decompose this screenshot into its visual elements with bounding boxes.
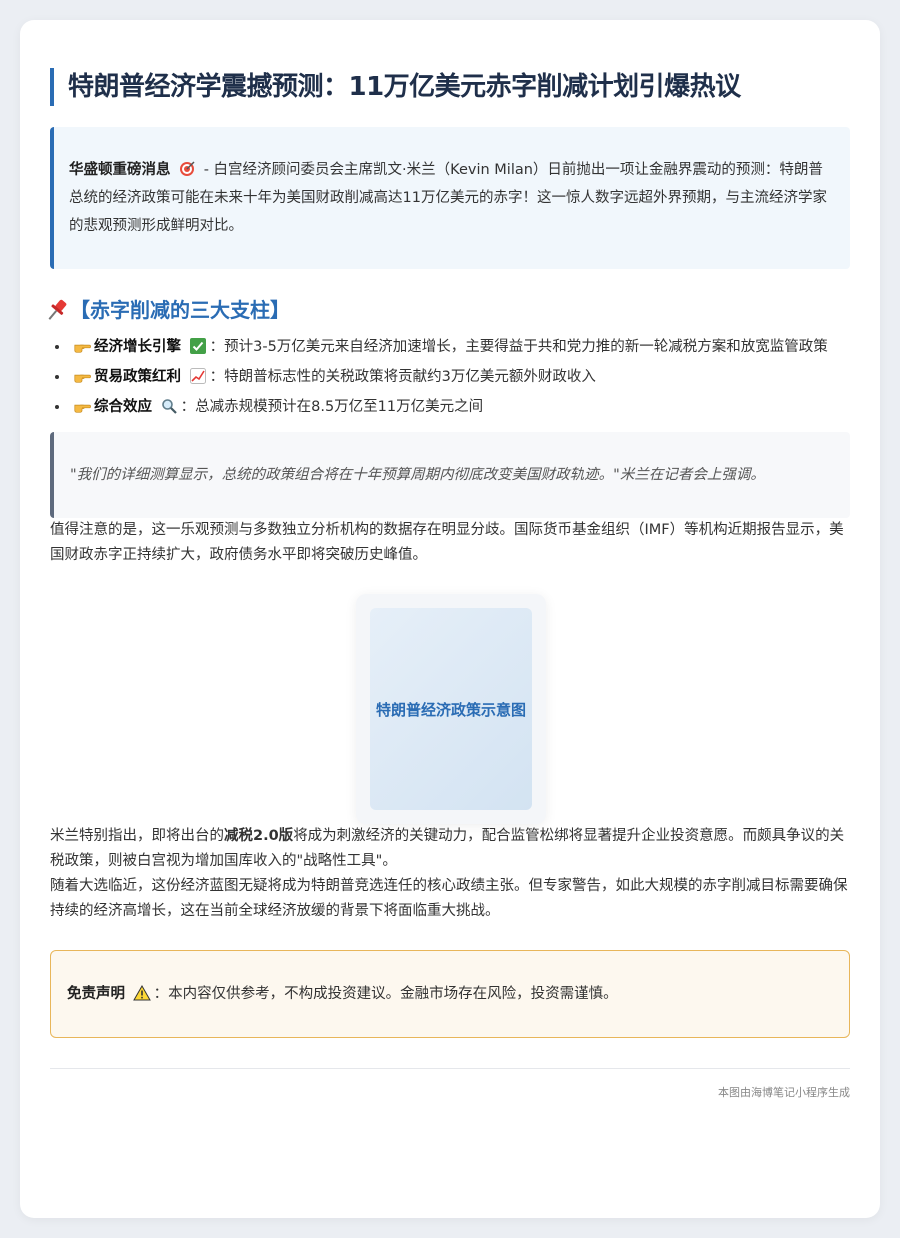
target-icon <box>180 161 195 176</box>
disclaimer-text: ：本内容仅供参考，不构成投资建议。金融市场存在风险，投资需谨慎。 <box>153 986 618 1002</box>
intro-callout: 华盛顿重磅消息 - 白宫经济顾问委员会主席凯文·米兰（Kevin Milan）日… <box>50 127 850 269</box>
pillar-text: ：总减赤规模预计在8.5万亿至11万亿美元之间 <box>180 399 484 415</box>
section-heading-text: 【赤字削减的三大支柱】 <box>70 298 290 322</box>
pushpin-icon <box>44 296 70 324</box>
figure-label: 特朗普经济政策示意图 <box>370 608 532 810</box>
article-card: 特朗普经济学震撼预测：11万亿美元赤字削减计划引爆热议 华盛顿重磅消息 - 白宫… <box>20 20 880 1218</box>
paragraph-3: 随着大选临近，这份经济蓝图无疑将成为特朗普竞选连任的核心政绩主张。但专家警告，如… <box>50 878 848 919</box>
pointing-hand-icon <box>74 404 91 413</box>
quote-block: "我们的详细测算显示，总统的政策组合将在十年预算周期内彻底改变美国财政轨迹。"米… <box>50 432 850 518</box>
check-mark-icon <box>189 338 206 354</box>
list-item: 贸易政策红利 ：特朗普标志性的关税政策将贡献约3万亿美元额外财政收入 <box>70 366 850 388</box>
list-item: 综合效应 ：总减赤规模预计在8.5万亿至11万亿美元之间 <box>70 396 850 418</box>
warning-icon <box>132 985 151 1001</box>
pillars-list: 经济增长引擎 ：预计3-5万亿美元来自经济加速增长，主要得益于共和党力推的新一轮… <box>50 336 850 418</box>
paragraph-1: 值得注意的是，这一乐观预测与多数独立分析机构的数据存在明显分歧。国际货币基金组织… <box>50 522 844 563</box>
footer-note: 本图由海博笔记小程序生成 <box>718 1086 850 1099</box>
pillar-title: 经济增长引擎 <box>94 339 181 355</box>
pillar-text: ：特朗普标志性的关税政策将贡献约3万亿美元额外财政收入 <box>209 369 596 385</box>
disclaimer-box: 免责声明 ：本内容仅供参考，不构成投资建议。金融市场存在风险，投资需谨慎。 <box>50 950 850 1038</box>
paragraph-2-bold: 减税2.0版 <box>224 828 294 844</box>
paragraph-2-before: 米兰特别指出，即将出台的 <box>50 828 224 844</box>
pillar-title: 贸易政策红利 <box>94 369 181 385</box>
chart-increasing-icon <box>189 368 206 384</box>
intro-lead: 华盛顿重磅消息 <box>69 162 171 178</box>
pointing-hand-icon <box>74 374 91 383</box>
section-heading: 【赤字削减的三大支柱】 <box>44 296 850 324</box>
footer-divider <box>50 1068 850 1069</box>
pillar-title: 综合效应 <box>94 399 152 415</box>
policy-figure: 特朗普经济政策示意图 <box>356 594 546 824</box>
list-item: 经济增长引擎 ：预计3-5万亿美元来自经济加速增长，主要得益于共和党力推的新一轮… <box>70 336 850 358</box>
paragraph-2: 米兰特别指出，即将出台的减税2.0版将成为刺激经济的关键动力，配合监管松绑将显著… <box>50 824 850 874</box>
pointing-hand-icon <box>74 344 91 353</box>
article-title: 特朗普经济学震撼预测：11万亿美元赤字削减计划引爆热议 <box>50 68 850 106</box>
disclaimer-label: 免责声明 <box>67 986 125 1002</box>
magnifier-icon <box>161 399 177 414</box>
figure-container: 特朗普经济政策示意图 <box>50 594 850 824</box>
article-content: 特朗普经济学震撼预测：11万亿美元赤字削减计划引爆热议 华盛顿重磅消息 - 白宫… <box>48 68 850 1100</box>
pillar-text: ：预计3-5万亿美元来自经济加速增长，主要得益于共和党力推的新一轮减税方案和放宽… <box>209 339 828 355</box>
